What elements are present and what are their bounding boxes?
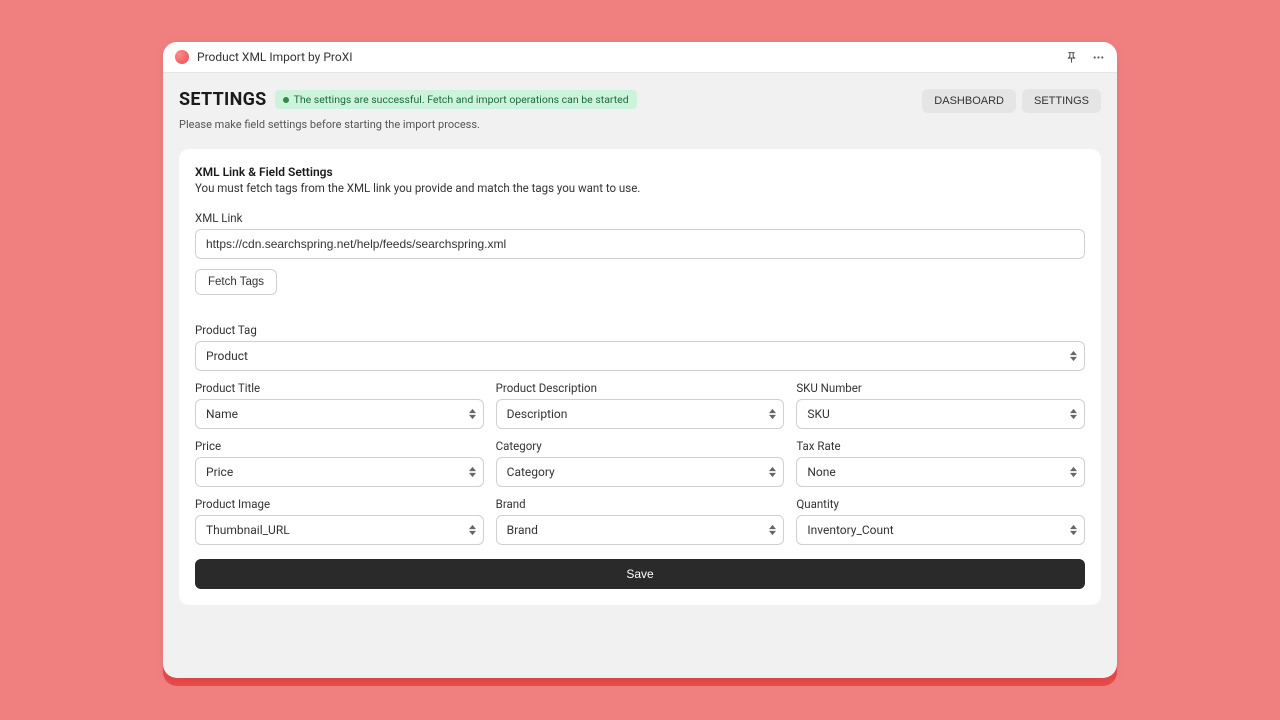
xml-link-input[interactable] (195, 229, 1085, 259)
card-title: XML Link & Field Settings (195, 165, 1085, 179)
save-button[interactable]: Save (195, 559, 1085, 589)
status-dot-icon (283, 97, 289, 103)
product-description-label: Product Description (496, 381, 785, 395)
brand-label: Brand (496, 497, 785, 511)
app-window: Product XML Import by ProXI SETTINGS The… (163, 42, 1117, 678)
category-select[interactable]: Category (496, 457, 785, 487)
product-description-select[interactable]: Description (496, 399, 785, 429)
fetch-tags-button[interactable]: Fetch Tags (195, 269, 277, 295)
price-select[interactable]: Price (195, 457, 484, 487)
product-title-select[interactable]: Name (195, 399, 484, 429)
xml-link-label: XML Link (195, 211, 1085, 225)
brand-select[interactable]: Brand (496, 515, 785, 545)
sku-select[interactable]: SKU (796, 399, 1085, 429)
dashboard-button[interactable]: DASHBOARD (922, 89, 1016, 113)
product-tag-label: Product Tag (195, 323, 1085, 337)
settings-button[interactable]: SETTINGS (1022, 89, 1101, 113)
tax-label: Tax Rate (796, 439, 1085, 453)
tax-select[interactable]: None (796, 457, 1085, 487)
app-icon (175, 50, 189, 64)
category-label: Category (496, 439, 785, 453)
status-text: The settings are successful. Fetch and i… (294, 93, 629, 106)
image-select[interactable]: Thumbnail_URL (195, 515, 484, 545)
product-tag-select[interactable]: Product (195, 341, 1085, 371)
product-title-label: Product Title (195, 381, 484, 395)
page-subtitle: Please make field settings before starti… (179, 118, 1101, 131)
quantity-label: Quantity (796, 497, 1085, 511)
page-title: SETTINGS (179, 89, 267, 110)
more-icon[interactable] (1092, 51, 1105, 64)
pin-icon[interactable] (1065, 51, 1078, 64)
titlebar: Product XML Import by ProXI (163, 42, 1117, 73)
app-title: Product XML Import by ProXI (197, 50, 1065, 64)
sku-label: SKU Number (796, 381, 1085, 395)
price-label: Price (195, 439, 484, 453)
status-badge: The settings are successful. Fetch and i… (275, 90, 637, 109)
settings-card: XML Link & Field Settings You must fetch… (179, 149, 1101, 605)
quantity-select[interactable]: Inventory_Count (796, 515, 1085, 545)
card-description: You must fetch tags from the XML link yo… (195, 181, 1085, 195)
image-label: Product Image (195, 497, 484, 511)
